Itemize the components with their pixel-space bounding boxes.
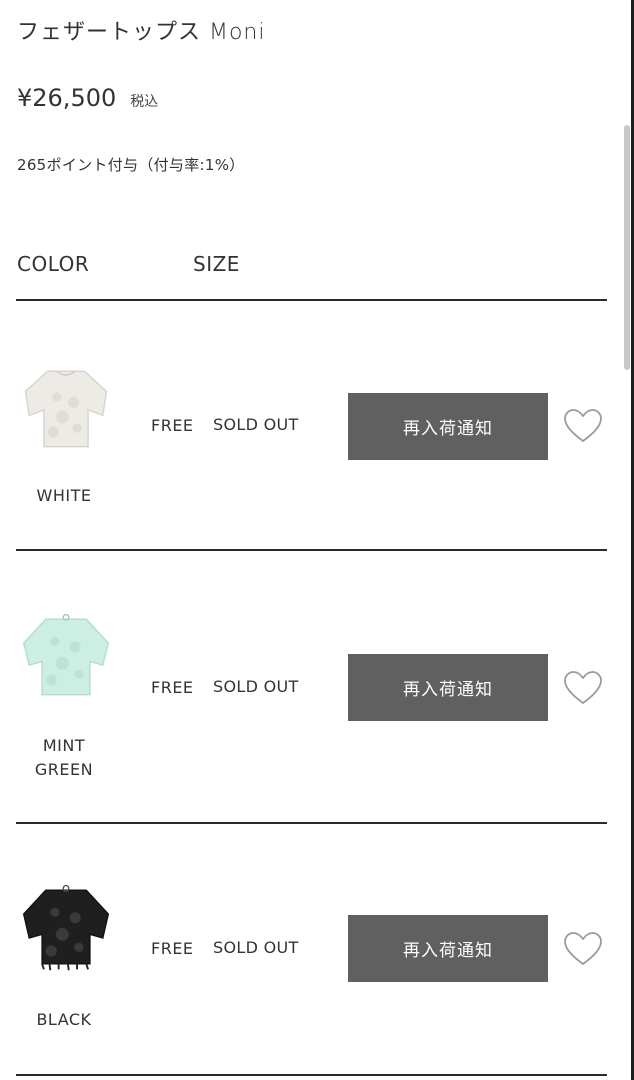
stock-status: SOLD OUT [213,677,299,696]
divider [16,549,607,551]
top-black-image [22,884,110,971]
scrollbar[interactable] [624,125,630,370]
size-column-header: SIZE [193,252,240,276]
color-name: MINT GREEN [16,734,112,782]
price: ¥26,500 [17,84,117,112]
color-name: BLACK [16,1008,112,1032]
price-row: ¥26,500 税込 [17,84,158,112]
tax-label: 税込 [130,94,159,110]
top-mint-image [22,613,110,696]
product-thumbnail [20,362,112,454]
heart-outline-icon [564,671,602,704]
color-name-line2: GREEN [34,760,94,779]
restock-notify-button[interactable]: 再入荷通知 [348,654,548,721]
favorite-button[interactable] [563,408,603,444]
restock-notify-button[interactable]: 再入荷通知 [348,915,548,982]
variant-row-white: WHITE FREE SOLD OUT 再入荷通知 [0,300,620,540]
color-name-line1: WHITE [36,486,92,505]
stock-status: SOLD OUT [213,415,299,434]
size-value: FREE [151,939,194,958]
variant-row-black: BLACK FREE SOLD OUT 再入荷通知 [0,823,620,1063]
stock-status: SOLD OUT [213,938,299,957]
size-value: FREE [151,416,194,435]
product-thumbnail [20,881,112,973]
color-name: WHITE [16,484,112,508]
top-white-image [24,370,108,448]
points-info: 265ポイント付与（付与率:1%） [17,156,245,174]
color-column-header: COLOR [17,252,90,276]
divider [16,1074,607,1076]
scrollbar-thumb[interactable] [624,125,630,370]
variant-row-mint-green: MINT GREEN FREE SOLD OUT 再入荷通知 [0,562,620,802]
heart-outline-icon [564,409,602,442]
color-name-line1: BLACK [36,1010,92,1029]
favorite-button[interactable] [563,931,603,967]
restock-notify-button[interactable]: 再入荷通知 [348,393,548,460]
size-value: FREE [151,678,194,697]
product-thumbnail [20,610,112,702]
favorite-button[interactable] [563,670,603,706]
product-title: フェザートップス Moni [17,20,266,45]
heart-outline-icon [564,932,602,965]
color-name-line1: MINT [42,736,86,755]
